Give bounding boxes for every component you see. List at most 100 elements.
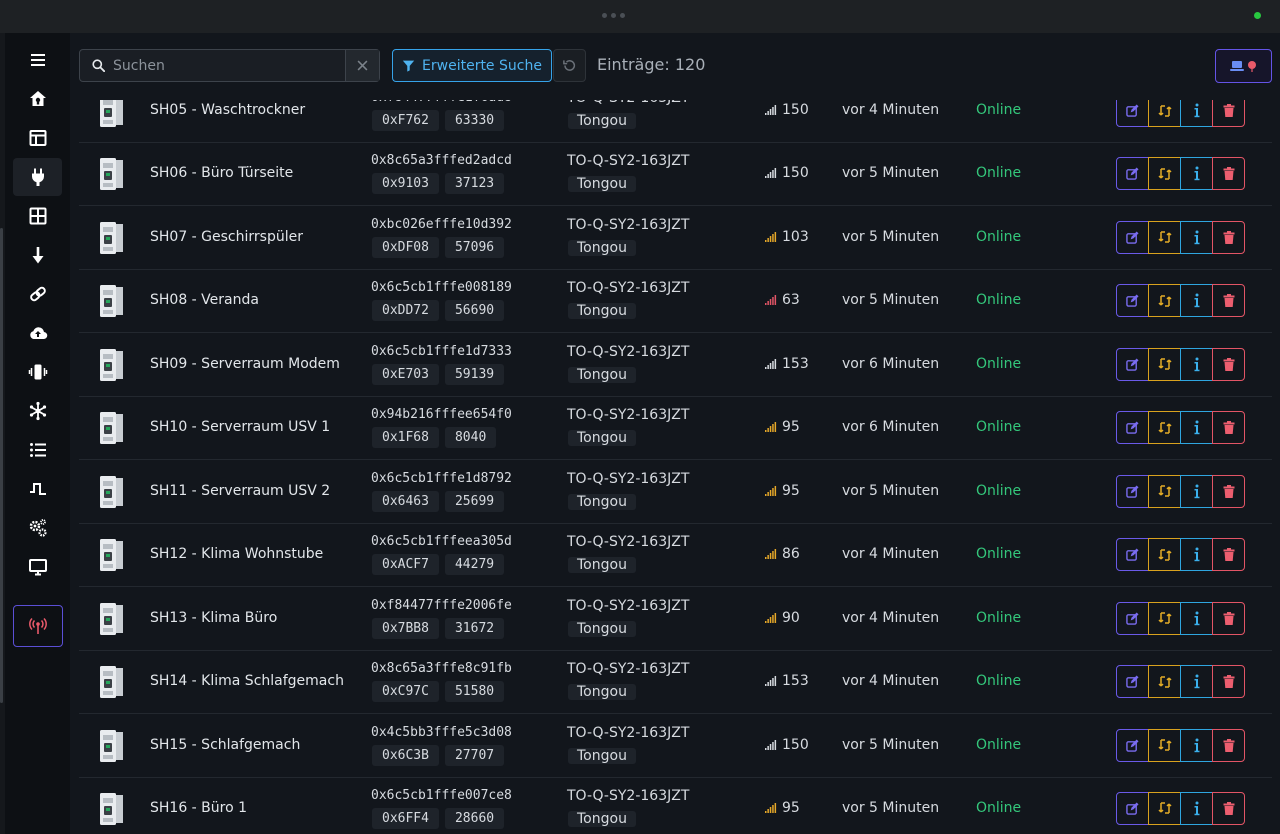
table-row[interactable]: SH07 - Geschirrspüler 0xbc026efffe10d392 0… <box>79 207 1272 270</box>
device-name-link[interactable]: SH06 - Büro Türseite <box>150 165 293 181</box>
bind-button[interactable] <box>1148 601 1181 635</box>
model-link[interactable]: TO-Q-SY2-163JZT <box>567 217 689 233</box>
model-link[interactable]: TO-Q-SY2-163JZT <box>567 725 689 741</box>
table-row[interactable]: SH11 - Serverraum USV 2 0x6c5cb1fffe1d879… <box>79 461 1272 524</box>
sidebar-item-frontend[interactable] <box>13 548 62 586</box>
device-name-link[interactable]: SH09 - Serverraum Modem <box>150 356 340 372</box>
sidebar-item-logs[interactable] <box>13 431 62 469</box>
device-name-link[interactable]: SH14 - Klima Schlafgemach <box>150 673 344 689</box>
permit-join-sidebar-button[interactable] <box>13 605 63 647</box>
delete-button[interactable] <box>1212 474 1245 508</box>
delete-button[interactable] <box>1212 538 1245 572</box>
device-name-link[interactable]: SH11 - Serverraum USV 2 <box>150 483 330 499</box>
bind-button[interactable] <box>1148 728 1181 762</box>
table-row[interactable]: SH13 - Klima Büro 0xf84477fffe2006fe 0x7BB… <box>79 588 1272 651</box>
search-input[interactable] <box>113 57 333 74</box>
device-name-link[interactable]: SH12 - Klima Wohnstube <box>150 546 323 562</box>
bind-button[interactable] <box>1148 347 1181 381</box>
model-link[interactable]: TO-Q-SY2-163JZT <box>567 471 689 487</box>
delete-button[interactable] <box>1212 284 1245 318</box>
model-link[interactable]: TO-Q-SY2-163JZT <box>567 788 689 804</box>
sidebar-item-ota[interactable] <box>13 236 62 274</box>
sidebar-item-groups[interactable] <box>13 197 62 235</box>
delete-button[interactable] <box>1212 220 1245 254</box>
info-button[interactable] <box>1180 728 1213 762</box>
info-button[interactable] <box>1180 411 1213 445</box>
edit-button[interactable] <box>1116 538 1149 572</box>
table-row[interactable]: SH14 - Klima Schlafgemach 0x8c65a3fffe8c9… <box>79 651 1272 715</box>
edit-button[interactable] <box>1116 411 1149 445</box>
table-row[interactable]: SH12 - Klima Wohnstube 0x6c5cb1fffeea305d… <box>79 524 1272 588</box>
edit-button[interactable] <box>1116 791 1149 825</box>
model-link[interactable]: TO-Q-SY2-163JZT <box>567 153 689 169</box>
delete-button[interactable] <box>1212 601 1245 635</box>
model-link[interactable]: TO-Q-SY2-163JZT <box>567 344 689 360</box>
info-button[interactable] <box>1180 665 1213 699</box>
edit-button[interactable] <box>1116 347 1149 381</box>
device-name-link[interactable]: SH15 - Schlafgemach <box>150 737 300 753</box>
bind-button[interactable] <box>1148 474 1181 508</box>
device-name-link[interactable]: SH08 - Veranda <box>150 292 259 308</box>
info-button[interactable] <box>1180 474 1213 508</box>
sidebar-item-hamburger[interactable] <box>13 41 62 79</box>
bind-button[interactable] <box>1148 665 1181 699</box>
sidebar-scrollbar[interactable] <box>0 228 3 703</box>
info-button[interactable] <box>1180 791 1213 825</box>
delete-button[interactable] <box>1212 157 1245 191</box>
device-name-link[interactable]: SH13 - Klima Büro <box>150 610 277 626</box>
info-button[interactable] <box>1180 601 1213 635</box>
delete-button[interactable] <box>1212 728 1245 762</box>
edit-button[interactable] <box>1116 728 1149 762</box>
sidebar-item-link[interactable] <box>13 275 62 313</box>
table-row[interactable]: SH10 - Serverraum USV 1 0x94b216fffee654f… <box>79 397 1272 461</box>
info-button[interactable] <box>1180 284 1213 318</box>
edit-button[interactable] <box>1116 157 1149 191</box>
edit-button[interactable] <box>1116 474 1149 508</box>
clear-search-button[interactable] <box>345 50 379 81</box>
info-button[interactable] <box>1180 220 1213 254</box>
reset-filter-button[interactable] <box>553 49 586 82</box>
model-link[interactable]: TO-Q-SY2-163JZT <box>567 598 689 614</box>
edit-button[interactable] <box>1116 220 1149 254</box>
model-link[interactable]: TO-Q-SY2-163JZT <box>567 534 689 550</box>
delete-button[interactable] <box>1212 665 1245 699</box>
model-link[interactable]: TO-Q-SY2-163JZT <box>567 661 689 677</box>
sidebar-item-touchlink[interactable] <box>13 353 62 391</box>
sidebar-item-network-map[interactable] <box>13 392 62 430</box>
bind-button[interactable] <box>1148 411 1181 445</box>
model-link[interactable]: TO-Q-SY2-163JZT <box>567 280 689 296</box>
info-button[interactable] <box>1180 347 1213 381</box>
table-row[interactable]: SH09 - Serverraum Modem 0x6c5cb1fffe1d733… <box>79 334 1272 397</box>
device-name-link[interactable]: SH16 - Büro 1 <box>150 800 247 816</box>
bind-button[interactable] <box>1148 157 1181 191</box>
info-button[interactable] <box>1180 538 1213 572</box>
bind-button[interactable] <box>1148 284 1181 318</box>
sidebar-item-home[interactable] <box>13 80 62 118</box>
edit-button[interactable] <box>1116 665 1149 699</box>
sidebar-item-plug[interactable] <box>13 158 62 196</box>
device-name-link[interactable]: SH07 - Geschirrspüler <box>150 229 303 245</box>
table-row[interactable]: SH15 - Schlafgemach 0x4c5bb3fffe5c3d08 0x6… <box>79 715 1272 778</box>
bind-button[interactable] <box>1148 791 1181 825</box>
edit-button[interactable] <box>1116 284 1149 318</box>
table-row[interactable]: SH16 - Büro 1 0x6c5cb1fffe007ce8 0x6FF4 286… <box>79 778 1272 834</box>
table-row[interactable]: SH08 - Veranda 0x6c5cb1fffe008189 0xDD72 56… <box>79 270 1272 334</box>
sidebar-item-wave[interactable] <box>13 470 62 508</box>
delete-button[interactable] <box>1212 791 1245 825</box>
sidebar-item-cloud-upload[interactable] <box>13 314 62 352</box>
sidebar-item-settings[interactable] <box>13 509 62 547</box>
permit-join-button[interactable] <box>1215 49 1272 83</box>
window-menu-dots-icon[interactable] <box>602 13 625 18</box>
info-button[interactable] <box>1180 157 1213 191</box>
delete-button[interactable] <box>1212 411 1245 445</box>
device-name-link[interactable]: SH10 - Serverraum USV 1 <box>150 419 330 435</box>
edit-button[interactable] <box>1116 601 1149 635</box>
table-row[interactable]: SH06 - Büro Türseite 0x8c65a3fffed2adcd 0x… <box>79 143 1272 207</box>
sidebar-item-dashboard[interactable] <box>13 119 62 157</box>
advanced-search-button[interactable]: Erweiterte Suche <box>392 49 552 82</box>
bind-button[interactable] <box>1148 220 1181 254</box>
model-link[interactable]: TO-Q-SY2-163JZT <box>567 407 689 423</box>
device-name-link[interactable]: SH05 - Waschtrockner <box>150 102 305 118</box>
bind-button[interactable] <box>1148 538 1181 572</box>
delete-button[interactable] <box>1212 347 1245 381</box>
